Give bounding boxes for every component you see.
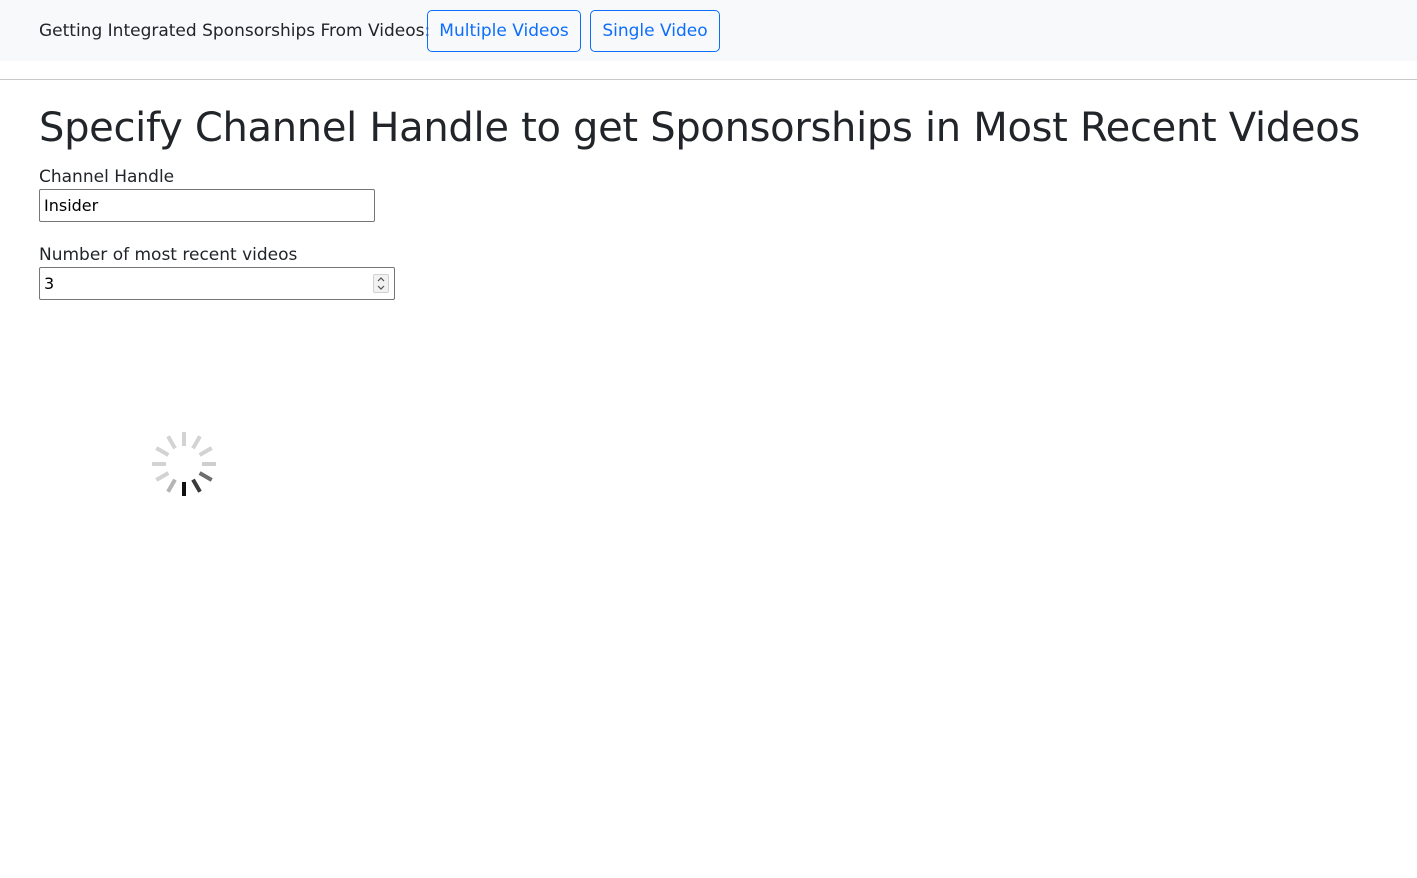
page-title: Specify Channel Handle to get Sponsorshi… xyxy=(39,105,1360,151)
top-navbar: Getting Integrated Sponsorships From Vid… xyxy=(0,0,1417,61)
channel-handle-input[interactable] xyxy=(39,189,375,222)
video-count-value[interactable] xyxy=(44,268,364,299)
video-count-label: Number of most recent videos xyxy=(39,245,298,265)
chevron-down-icon[interactable] xyxy=(374,284,388,292)
number-stepper[interactable] xyxy=(373,274,389,293)
multiple-videos-button[interactable]: Multiple Videos xyxy=(427,10,581,52)
channel-handle-label: Channel Handle xyxy=(39,167,175,187)
video-count-input[interactable] xyxy=(39,267,395,300)
header-divider xyxy=(0,79,1417,80)
chevron-up-icon[interactable] xyxy=(374,275,388,283)
single-video-button[interactable]: Single Video xyxy=(590,10,720,52)
spinner-icon xyxy=(152,432,216,496)
navbar-label: Getting Integrated Sponsorships From Vid… xyxy=(39,21,431,41)
